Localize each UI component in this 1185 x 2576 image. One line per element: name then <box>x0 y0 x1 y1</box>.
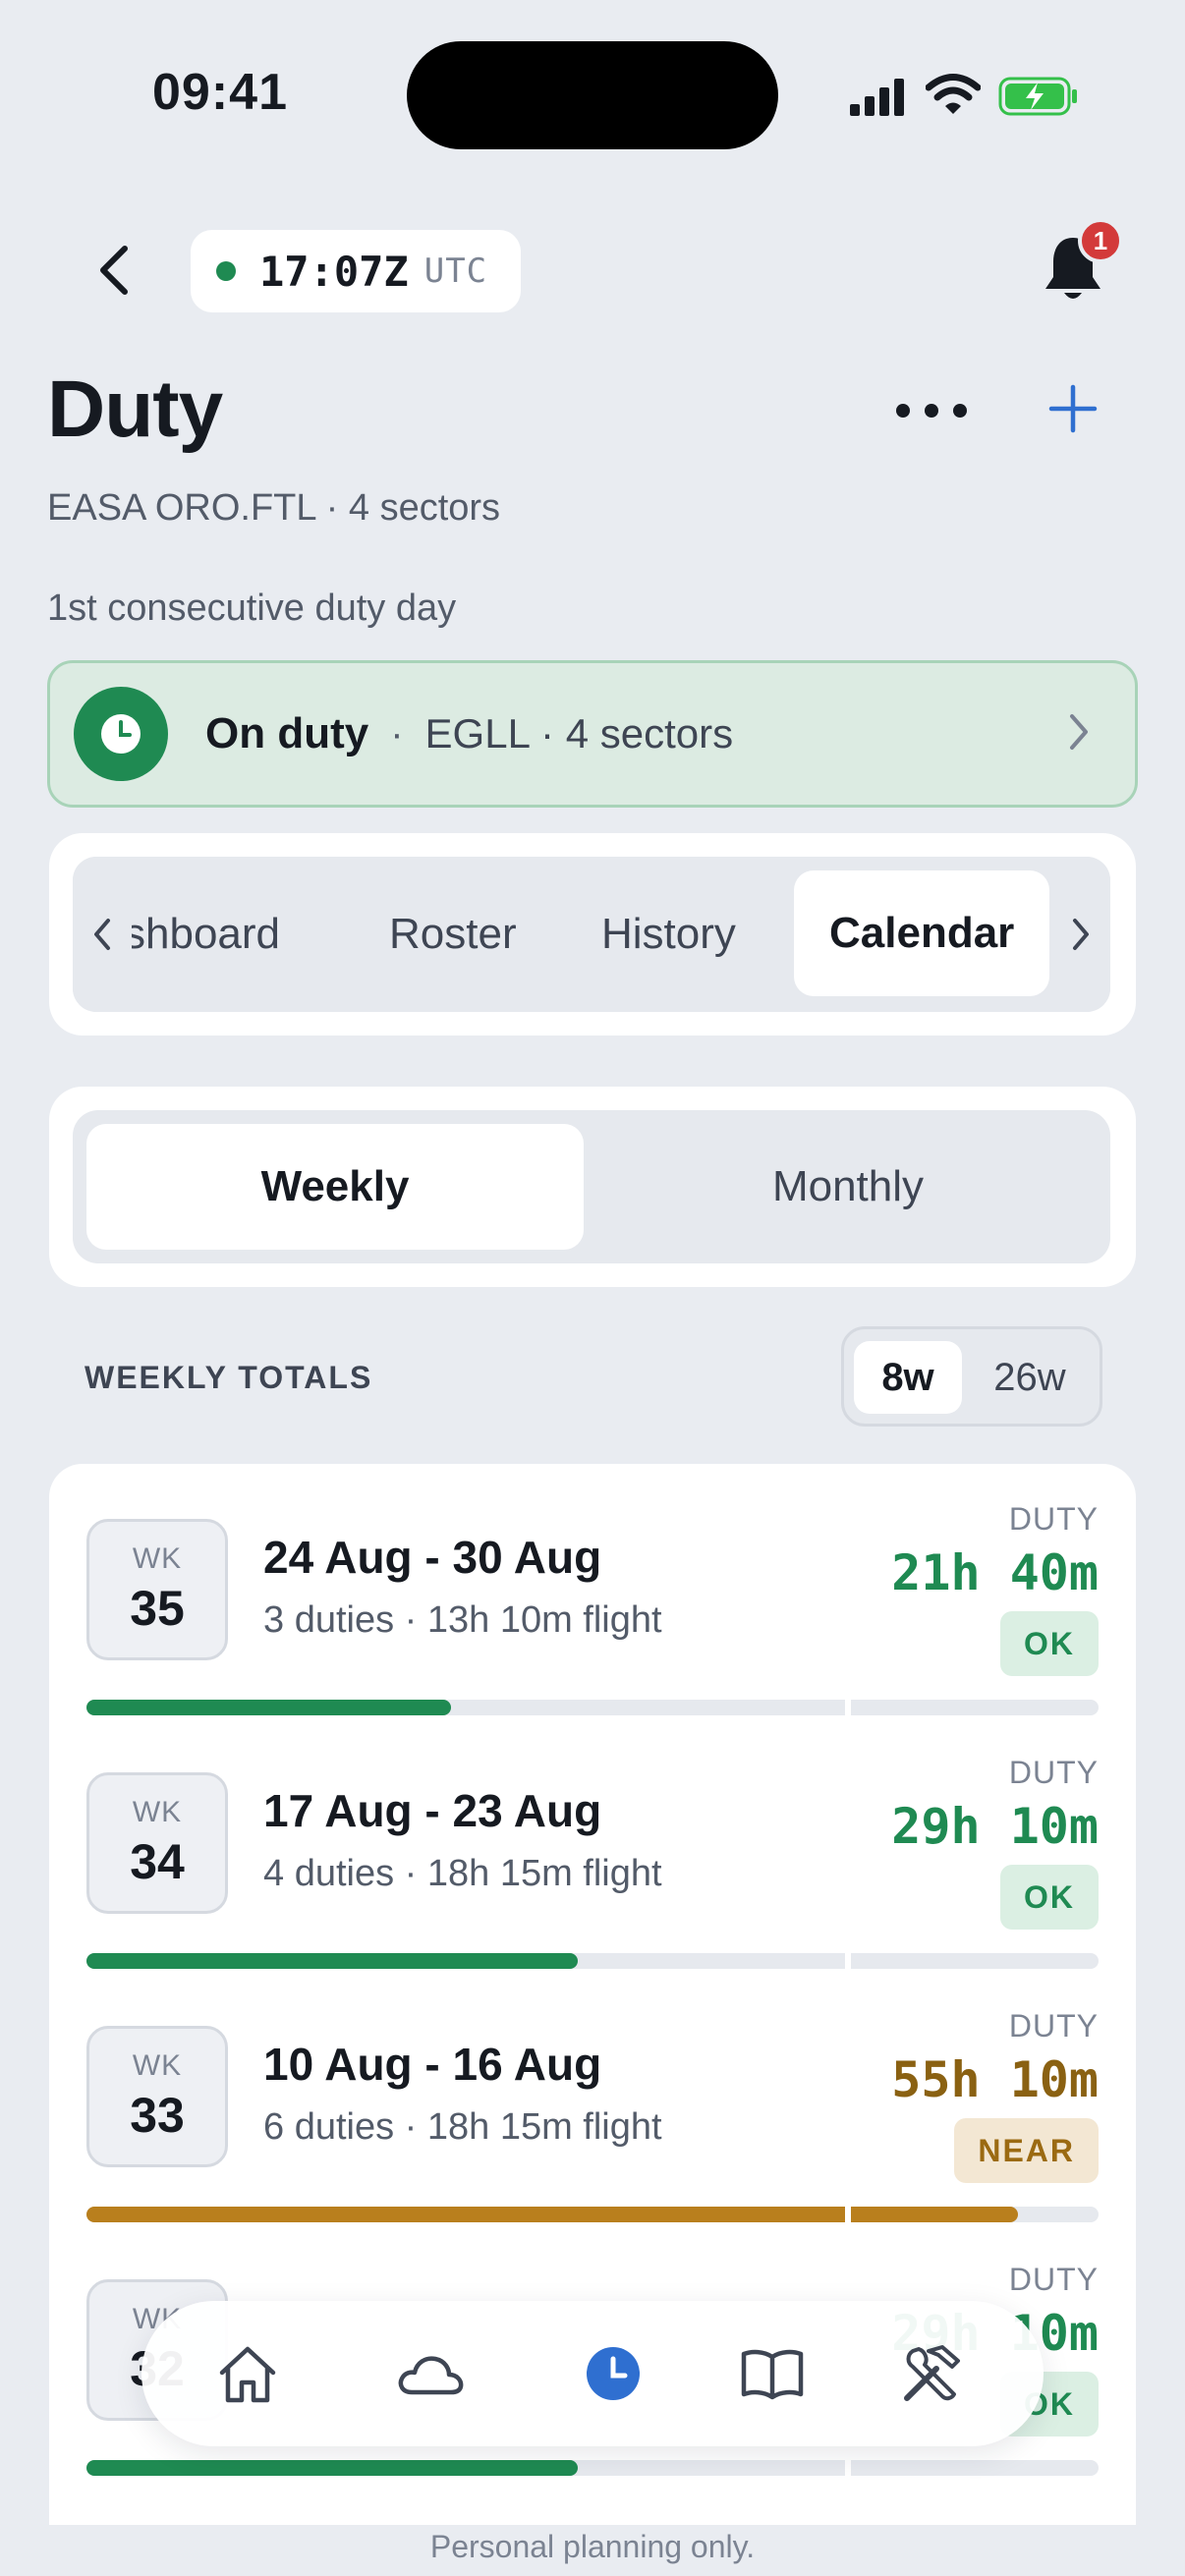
duty-day-label: 1st consecutive duty day <box>47 588 457 629</box>
week-date-range: 24 Aug - 30 Aug <box>263 1532 602 1583</box>
more-dot <box>925 404 938 418</box>
tab-roster[interactable]: Roster <box>389 857 517 1012</box>
nav-home[interactable] <box>210 2336 285 2411</box>
book-icon <box>741 2349 804 2400</box>
tools-icon <box>904 2345 960 2401</box>
weekly-option[interactable]: Weekly <box>86 1124 584 1250</box>
week-number: 34 <box>130 1834 185 1889</box>
limit-marker <box>845 2454 851 2482</box>
utc-label: UTC <box>423 252 488 291</box>
home-icon <box>219 2346 276 2403</box>
duty-progress-fill <box>86 2207 1018 2222</box>
tabs-scroll-right-button[interactable] <box>1051 857 1110 1012</box>
week-row[interactable]: WK 33 10 Aug - 16 Aug 6 duties · 18h 15m… <box>49 1971 1136 2228</box>
tab-label: Roster <box>389 910 517 958</box>
range-toggle: 8w 26w <box>841 1326 1102 1427</box>
tab-label: Calendar <box>829 909 1015 957</box>
status-badge: OK <box>1000 1865 1099 1930</box>
range-8w[interactable]: 8w <box>854 1341 962 1414</box>
duty-status: On duty <box>205 709 369 757</box>
duty-caption: DUTY <box>1008 2262 1099 2297</box>
week-number-box: WK 35 <box>86 1519 228 1660</box>
duty-progress-fill <box>86 1953 578 1969</box>
tab-label: History <box>601 910 736 958</box>
week-summary: 6 duties · 18h 15m flight <box>263 2106 662 2148</box>
back-button[interactable] <box>85 236 143 305</box>
duty-caption: DUTY <box>1008 1755 1099 1790</box>
week-row[interactable]: WK 35 24 Aug - 30 Aug 3 duties · 13h 10m… <box>49 1464 1136 1721</box>
more-options-button[interactable] <box>896 391 967 430</box>
week-label: WK <box>132 1796 183 1828</box>
tabs-scroll-left-button[interactable] <box>73 857 132 1012</box>
nav-library[interactable] <box>735 2336 810 2411</box>
tab-calendar[interactable]: Calendar <box>794 870 1050 996</box>
clock-icon <box>587 2347 640 2400</box>
duty-progress-bar <box>86 2454 1099 2482</box>
tabs-card: shboard Roster History Calendar <box>49 833 1136 1036</box>
more-dot <box>896 404 910 418</box>
nav-duty[interactable] <box>576 2336 650 2411</box>
clock-icon <box>74 687 168 781</box>
week-number: 33 <box>130 2088 185 2143</box>
duty-progress-bar <box>86 1694 1099 1721</box>
week-label: WK <box>132 2049 183 2082</box>
page-title: Duty <box>47 364 223 454</box>
banner-separator: · <box>390 711 404 756</box>
range-26w[interactable]: 26w <box>970 1341 1090 1414</box>
chevron-left-icon <box>100 246 128 295</box>
add-button[interactable] <box>1045 381 1100 436</box>
duty-total: 21h 40m <box>891 1544 1099 1601</box>
monthly-option[interactable]: Monthly <box>599 1124 1097 1250</box>
more-dot <box>953 404 967 418</box>
week-number: 35 <box>130 1581 185 1636</box>
nav-weather[interactable] <box>393 2336 468 2411</box>
week-summary: 4 duties · 18h 15m flight <box>263 1853 662 1894</box>
duty-caption: DUTY <box>1008 1501 1099 1537</box>
week-label: WK <box>132 1542 183 1575</box>
utc-clock: 17:07Z UTC <box>191 230 521 312</box>
nav-tools[interactable] <box>894 2336 969 2411</box>
chevron-right-icon <box>1073 919 1089 950</box>
duty-detail: EGLL · 4 sectors <box>424 710 734 756</box>
live-indicator <box>216 261 236 281</box>
week-date-range: 17 Aug - 23 Aug <box>263 1785 602 1836</box>
duty-progress-fill <box>86 2460 578 2476</box>
week-number-box: WK 33 <box>86 2026 228 2167</box>
dynamic-island <box>407 41 778 149</box>
tab-history[interactable]: History <box>601 857 736 1012</box>
status-badge: OK <box>1000 1611 1099 1676</box>
duty-caption: DUTY <box>1008 2008 1099 2044</box>
status-badge: NEAR <box>954 2118 1099 2183</box>
cellular-signal-icon <box>850 79 904 116</box>
tab-bar: shboard Roster History Calendar <box>73 857 1110 1012</box>
duty-progress-bar <box>86 2201 1099 2228</box>
notification-badge: 1 <box>1078 218 1123 263</box>
chevron-right-icon <box>1070 714 1088 750</box>
utc-time: 17:07Z <box>259 247 409 296</box>
duty-progress-fill <box>86 1700 451 1715</box>
duty-total: 29h 10m <box>891 1798 1099 1855</box>
duty-total: 55h 10m <box>891 2051 1099 2108</box>
wifi-icon <box>926 74 981 114</box>
week-row[interactable]: WK 34 17 Aug - 23 Aug 4 duties · 18h 15m… <box>49 1717 1136 1975</box>
bottom-navigation <box>141 2301 1044 2446</box>
duty-status-banner[interactable]: On duty · EGLL · 4 sectors <box>47 660 1138 808</box>
regulation-subtitle: EASA ORO.FTL · 4 sectors <box>47 487 501 529</box>
week-number-box: WK 34 <box>86 1772 228 1914</box>
cloud-icon <box>398 2356 464 2395</box>
view-toggle: Weekly Monthly <box>73 1110 1110 1263</box>
view-toggle-card: Weekly Monthly <box>49 1087 1136 1287</box>
duty-progress-bar <box>86 1947 1099 1975</box>
week-summary: 3 duties · 13h 10m flight <box>263 1599 662 1641</box>
week-date-range: 10 Aug - 16 Aug <box>263 2039 602 2090</box>
battery-charging-icon <box>998 77 1077 116</box>
status-bar: 09:41 <box>0 0 1185 187</box>
status-time: 09:41 <box>152 64 288 121</box>
weekly-totals-heading: WEEKLY TOTALS <box>85 1360 373 1395</box>
chevron-left-icon <box>94 919 110 950</box>
tab-label: shboard <box>124 910 281 958</box>
disclaimer-note: Personal planning only. <box>429 2529 756 2564</box>
tab-dashboard[interactable]: shboard <box>124 857 280 1012</box>
